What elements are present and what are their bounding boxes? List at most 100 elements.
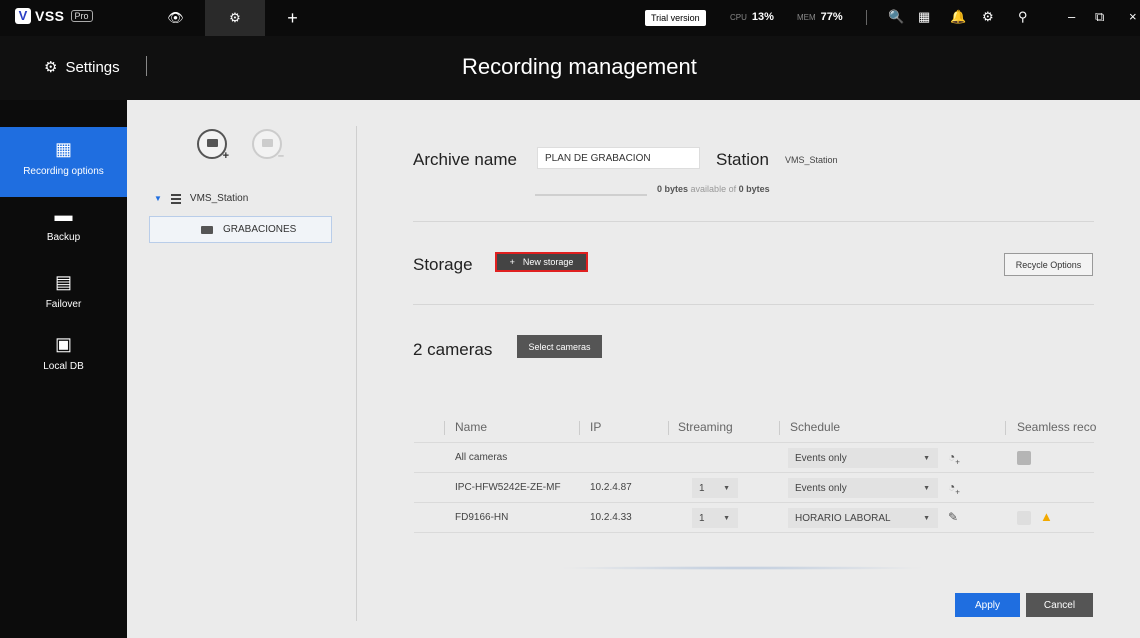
header-divider xyxy=(146,56,147,76)
station-value: VMS_Station xyxy=(785,155,838,165)
sidebar-item-label: Backup xyxy=(46,232,81,243)
eye-icon: 👁 xyxy=(167,10,184,25)
remove-storage-group-button[interactable]: – xyxy=(252,129,284,162)
cancel-button[interactable]: Cancel xyxy=(1026,593,1093,617)
chevron-down-icon: ▼ xyxy=(723,484,730,492)
folder-icon: ▣ xyxy=(54,334,72,354)
capacity-total: 0 bytes xyxy=(738,184,770,194)
streaming-dropdown[interactable]: 1 ▼ xyxy=(692,508,738,528)
chevron-down-icon: ▼ xyxy=(923,484,930,492)
expand-triangle-icon[interactable]: ▼ xyxy=(154,194,162,203)
close-button[interactable]: × xyxy=(1129,9,1137,24)
storage-icon xyxy=(262,139,273,147)
add-tab-button[interactable]: + xyxy=(270,0,315,36)
page-header: ⚙ Settings Recording management xyxy=(0,36,1140,100)
sidebar-item-recording-options[interactable]: ▦ Recording options xyxy=(0,127,127,197)
apply-button[interactable]: Apply xyxy=(955,593,1020,617)
bell-icon[interactable]: 🔔 xyxy=(950,9,966,25)
station-label: Station xyxy=(716,150,769,169)
add-schedule-icon[interactable]: ◔+ xyxy=(948,450,960,466)
minimize-button[interactable]: – xyxy=(1068,9,1075,24)
cpu-label: CPU xyxy=(730,13,747,22)
schedule-value: Events only xyxy=(795,452,847,464)
recycle-options-button[interactable]: Recycle Options xyxy=(1004,253,1093,276)
add-schedule-icon[interactable]: ◔+ xyxy=(948,480,960,496)
table-row-all-cameras: All cameras Events only ▼ ◔+ xyxy=(414,443,1094,473)
mem-meter: MEM 77% xyxy=(797,11,843,23)
schedule-value: HORARIO LABORAL xyxy=(795,512,891,524)
sidebar-item-failover[interactable]: ▤ Failover xyxy=(0,270,127,330)
pin-icon[interactable]: ⚲ xyxy=(1018,9,1028,25)
tree-node-label: GRABACIONES xyxy=(223,224,297,235)
capacity-text: 0 bytes available of 0 bytes xyxy=(657,184,770,194)
storage-tree-panel: + – ▼ VMS_Station GRABACIONES xyxy=(127,100,357,638)
table-header-row: Name IP Streaming Schedule Seamless reco xyxy=(414,412,1096,443)
footer-glow xyxy=(557,566,927,570)
tree-node-label: VMS_Station xyxy=(189,193,249,204)
sidebar-item-label: Recording options xyxy=(23,166,104,177)
column-header-name[interactable]: Name xyxy=(455,412,487,442)
new-storage-button[interactable]: + New storage xyxy=(495,252,588,272)
recording-settings-main: Archive name Station VMS_Station 0 bytes… xyxy=(357,100,1140,638)
capacity-mid: available of xyxy=(690,184,737,194)
cell-name: IPC-HFW5242E-ZE-MF xyxy=(455,482,561,493)
new-storage-label: New storage xyxy=(522,257,574,267)
seamless-checkbox[interactable] xyxy=(1017,451,1031,465)
backup-icon: ▬ xyxy=(54,205,73,225)
plus-icon: + xyxy=(222,150,229,162)
archive-name-input[interactable] xyxy=(537,147,700,169)
tab-settings[interactable]: ⚙ xyxy=(205,0,265,36)
tab-live-view[interactable]: 👁 xyxy=(148,0,203,36)
topbar-divider xyxy=(866,10,867,25)
failover-icon: ▤ xyxy=(54,272,72,292)
chevron-down-icon: ▼ xyxy=(923,514,930,522)
search-icon[interactable]: 🔍 xyxy=(888,9,904,25)
select-cameras-button[interactable]: Select cameras xyxy=(517,335,602,358)
column-header-seamless[interactable]: Seamless reco xyxy=(1017,412,1096,442)
schedule-dropdown[interactable]: HORARIO LABORAL ▼ xyxy=(788,508,938,528)
trial-badge: Trial version xyxy=(645,10,706,26)
edit-pencil-icon[interactable]: ✎ xyxy=(948,510,958,524)
streaming-dropdown[interactable]: 1 ▼ xyxy=(692,478,738,498)
seamless-checkbox[interactable] xyxy=(1017,511,1031,525)
grid-icon[interactable]: ▦ xyxy=(918,9,930,25)
sidebar-item-backup[interactable]: ▬ Backup xyxy=(0,203,127,263)
archive-name-label: Archive name xyxy=(413,150,517,169)
capacity-bar xyxy=(535,194,647,196)
capacity-used: 0 bytes xyxy=(657,184,689,194)
sidebar-item-label: Local DB xyxy=(43,361,84,372)
warning-icon: ▲ xyxy=(1040,509,1053,524)
page-title: Recording management xyxy=(462,54,697,79)
app-name: VSS xyxy=(35,8,65,24)
settings-icon[interactable]: ⚙ xyxy=(982,9,994,25)
chevron-down-icon: ▼ xyxy=(723,514,730,522)
storage-section-title: Storage xyxy=(413,255,473,274)
column-divider xyxy=(1005,421,1006,435)
storage-icon xyxy=(207,139,218,147)
server-icon xyxy=(170,193,181,204)
column-divider xyxy=(444,421,445,435)
sidebar-item-local-db[interactable]: ▣ Local DB xyxy=(0,332,127,392)
add-storage-group-button[interactable]: + xyxy=(197,129,229,162)
settings-breadcrumb[interactable]: ⚙ Settings xyxy=(44,58,120,77)
column-header-ip[interactable]: IP xyxy=(590,412,601,442)
camera-table: Name IP Streaming Schedule Seamless reco… xyxy=(414,412,1096,533)
cpu-value: 13% xyxy=(751,11,774,23)
schedule-dropdown[interactable]: Events only ▼ xyxy=(788,448,938,468)
section-divider xyxy=(413,221,1094,222)
mem-value: 77% xyxy=(820,11,843,23)
table-row: IPC-HFW5242E-ZE-MF 10.2.4.87 1 ▼ Events … xyxy=(414,473,1094,503)
mem-label: MEM xyxy=(797,13,816,22)
column-header-streaming[interactable]: Streaming xyxy=(678,412,733,442)
schedule-dropdown[interactable]: Events only ▼ xyxy=(788,478,938,498)
column-divider xyxy=(779,421,780,435)
restore-button[interactable]: ⧉ xyxy=(1095,9,1104,25)
cell-name: All cameras xyxy=(455,452,508,463)
tree-node-archive[interactable]: GRABACIONES xyxy=(149,216,332,243)
plus-icon: + xyxy=(509,257,515,267)
chevron-down-icon: ▼ xyxy=(923,454,930,462)
tree-node-station[interactable]: ▼ VMS_Station xyxy=(154,193,248,204)
column-header-schedule[interactable]: Schedule xyxy=(790,412,840,442)
title-bar: V VSS Pro 👁 ⚙ + Trial version CPU 13% ME… xyxy=(0,0,1140,36)
column-divider xyxy=(668,421,669,435)
